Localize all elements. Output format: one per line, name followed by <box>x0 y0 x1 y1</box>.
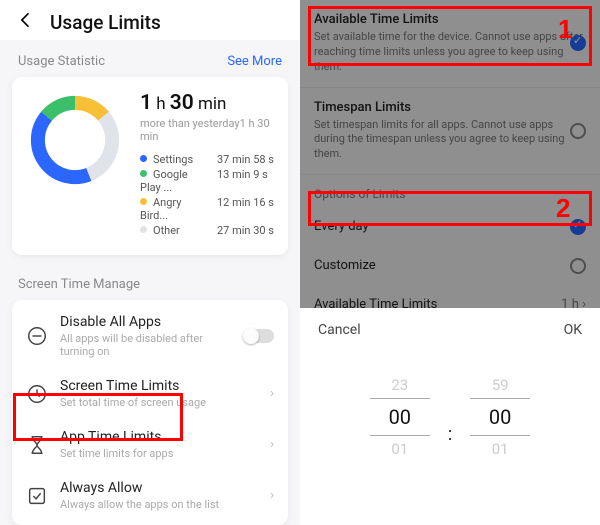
manage-label: Screen Time Manage <box>0 255 300 300</box>
row-title: Always Allow <box>60 480 258 496</box>
page-title: Usage Limits <box>50 11 161 34</box>
stats-label: Usage Statistic <box>18 54 105 69</box>
toggle-switch[interactable] <box>244 329 274 343</box>
usage-donut-chart <box>26 91 124 189</box>
back-icon[interactable] <box>16 10 36 34</box>
total-time: 1 h 30 min <box>140 91 274 115</box>
hour-wheel[interactable]: 23 00 01 <box>370 372 430 462</box>
row-title: App Time Limits <box>60 429 258 445</box>
usage-stat-card: 1 h 30 min more than yesterday1 h 30 min… <box>12 77 288 255</box>
check-icon <box>26 485 48 507</box>
chevron-right-icon: › <box>270 386 274 401</box>
hourglass-icon <box>26 434 48 456</box>
mng-row-clock[interactable]: Screen Time Limits Set total time of scre… <box>12 368 288 419</box>
row-sub: Set time limits for apps <box>60 447 258 460</box>
row-sub: Set total time of screen usage <box>60 396 258 409</box>
time-sep: : <box>448 390 452 445</box>
legend-item: Other <box>140 224 207 237</box>
time-picker-sheet: Cancel OK 23 00 01 : 59 00 01 <box>300 308 600 515</box>
chevron-right-icon: › <box>270 437 274 452</box>
legend-time: 12 min 16 s <box>217 196 274 222</box>
legend-item: Settings <box>140 153 207 166</box>
see-more-link[interactable]: See More <box>227 54 282 69</box>
legend-time: 37 min 58 s <box>217 153 274 166</box>
row-sub: Always allow the apps on the list <box>60 498 258 511</box>
clock-icon <box>26 383 48 405</box>
total-time-sub: more than yesterday1 h 30 min <box>140 117 274 143</box>
legend-item: Google Play ... <box>140 168 207 194</box>
mng-row-disable[interactable]: Disable All Apps All apps will be disable… <box>12 304 288 368</box>
picker-ok-button[interactable]: OK <box>564 322 582 338</box>
row-title: Screen Time Limits <box>60 378 258 394</box>
row-sub: All apps will be disabled after turning … <box>60 332 232 358</box>
chevron-right-icon: › <box>270 488 274 503</box>
picker-cancel-button[interactable]: Cancel <box>318 322 361 338</box>
legend-time: 27 min 30 s <box>217 224 274 237</box>
mng-row-check[interactable]: Always Allow Always allow the apps on the… <box>12 470 288 521</box>
legend-item: Angry Bird... <box>140 196 207 222</box>
disable-icon <box>26 325 48 347</box>
legend-time: 13 min 9 s <box>217 168 274 194</box>
row-title: Disable All Apps <box>60 314 232 330</box>
minute-wheel[interactable]: 59 00 01 <box>470 372 530 462</box>
mng-row-hourglass[interactable]: App Time Limits Set time limits for apps › <box>12 419 288 470</box>
